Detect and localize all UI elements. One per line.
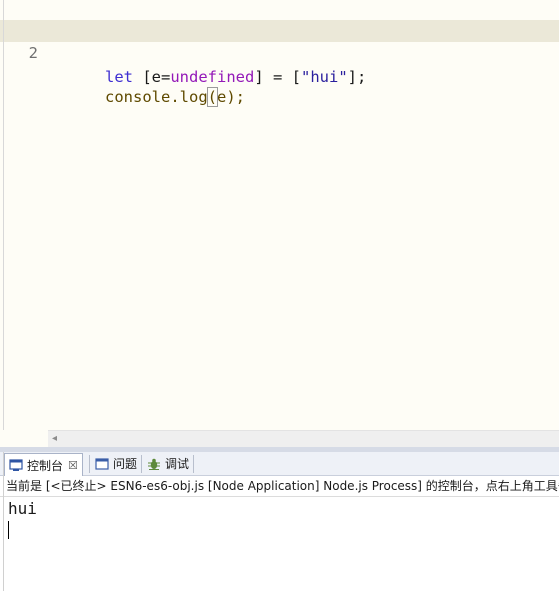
tab-console-label: 控制台 [27,458,64,473]
horizontal-scrollbar[interactable]: ◂ [48,430,559,447]
method-token: .log [170,88,208,106]
scroll-left-arrow-icon[interactable]: ◂ [52,433,57,444]
console-output-area[interactable]: hui [0,497,559,591]
tab-separator [193,455,194,473]
console-description: 当前是 [<已终止> ESN6-es6-obj.js [Node Applica… [6,479,559,493]
string-token: "hui" [301,68,348,86]
problems-icon [95,457,109,471]
editor-left-border [3,0,4,447]
tab-separator [89,455,90,473]
panel-left-border [3,452,4,591]
tab-problems[interactable]: 问题 [91,453,137,474]
tab-separator [141,455,142,473]
console-output-text[interactable]: hui [8,498,37,520]
plain-token: ] = [ [254,68,301,86]
console-header: 当前是 [<已终止> ESN6-es6-obj.js [Node Applica… [0,476,559,497]
argument-token: e); [217,88,245,106]
editor-gutter-bottom [0,430,48,447]
tab-debug[interactable]: 调试 [143,453,189,474]
console-tabbar: 控制台 ☒ 问题 调试 [0,452,559,476]
tab-problems-label: 问题 [113,457,138,471]
code-line-2[interactable]: 2 console.log(e); [0,20,559,107]
tab-debug-label: 调试 [165,457,190,471]
text-caret [8,521,9,539]
debug-icon [147,457,161,471]
code-line-1[interactable]: 1 let [e=undefined] = ["hui"]; [0,0,559,86]
matched-bracket: ( [206,87,219,107]
close-icon[interactable]: ☒ [68,459,78,472]
tab-console[interactable]: 控制台 ☒ [4,453,83,476]
plain-token: ]; [347,68,367,86]
line-number: 2 [0,42,38,64]
code-text[interactable]: console.log(e); [49,64,245,130]
console-icon [9,458,23,472]
console-token: console [105,88,171,106]
code-editor[interactable]: 1 let [e=undefined] = ["hui"]; 2 console… [0,0,559,430]
